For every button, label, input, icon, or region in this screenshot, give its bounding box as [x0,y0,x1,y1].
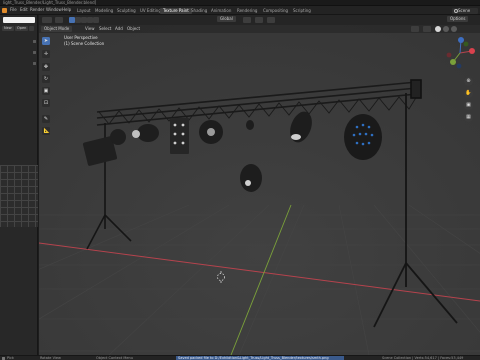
tab-shading[interactable]: Shading [188,8,210,14]
tab-layout[interactable]: Layout [74,8,94,14]
tab-rendering[interactable]: Rendering [234,8,260,14]
menu-select[interactable]: Select [99,26,111,31]
status-message: Saved packed file to D:/Exhibition&Light… [176,356,344,360]
snap-icon[interactable] [255,17,263,23]
menu-window[interactable]: Window [46,8,62,12]
tab-modeling[interactable]: Modeling [92,8,116,14]
open-button[interactable]: Open [15,26,29,31]
options-dropdown[interactable]: Options [447,16,469,22]
mode-intersect-icon[interactable] [93,17,99,23]
zoom-in-icon[interactable] [33,40,36,43]
top-menubar: File Edit Render Window Help Layout Mode… [0,6,480,15]
frame-icon[interactable] [33,62,36,65]
editor-type-icon[interactable] [42,17,52,23]
tab-compositing[interactable]: Compositing [260,8,291,14]
viewport-3d[interactable]: Global Options Object Mode View Select A… [39,15,480,355]
scene-selector[interactable]: Scene [452,7,478,14]
blender-logo-icon[interactable] [2,8,7,13]
left-panel: New Open [0,15,38,355]
select-box-icon[interactable] [55,17,63,23]
mouse-left-icon [2,356,5,360]
xray-icon[interactable] [423,26,431,32]
pivot-icon[interactable] [243,17,251,23]
perspective-toggle-button[interactable]: ▦ [464,113,473,122]
menu-help[interactable]: Help [62,8,71,12]
shading-solid-icon[interactable] [435,26,441,32]
viewport-info: User Perspective (1) Scene Collection [64,36,104,46]
image-grid-preview [0,165,38,227]
pencil-icon: ✎ [43,115,49,122]
proportional-edit-icon[interactable] [267,17,275,23]
tool-measure[interactable]: 📐 [42,127,50,135]
overlay-icon[interactable] [411,26,419,32]
menu-add[interactable]: Add [115,26,123,31]
view-name: User Perspective [64,35,98,40]
crosshair-icon: ✛ [43,50,49,57]
status-stats: Scene Collection | Verts:54,617 | Faces:… [382,355,464,360]
camera-view-button[interactable]: ▣ [464,101,473,110]
menu-edit[interactable]: Edit [20,8,28,12]
status-message-text: Saved packed file to D:/Exhibition&Light… [178,355,329,360]
cursor-arrow-icon: ➤ [43,37,49,44]
menu-view[interactable]: View [85,26,95,31]
left-search-input[interactable] [3,17,35,23]
shading-rendered-icon[interactable] [451,26,457,32]
zoom-icon: ⊕ [466,78,471,84]
tool-move[interactable]: ✥ [42,63,50,71]
object-mode-label: Object Mode [44,26,70,31]
camera-icon: ▣ [466,102,471,108]
transform-icon: ⊡ [43,99,49,106]
scene-label: Scene [458,7,471,13]
zoom-view-button[interactable]: ⊕ [464,77,473,86]
menu-object[interactable]: Object [127,26,140,31]
status-select-hint: Rotate View [40,355,61,360]
status-context-hint: Object Context Menu [96,355,133,360]
pan-view-button[interactable]: ✋ [464,89,473,98]
viewport-header-menus: Object Mode View Select Add Object [39,25,480,33]
menu-render[interactable]: Render [30,8,44,12]
window-title: light_Truss_Blender/Light_Truss_Blender.… [3,0,97,5]
tab-animation[interactable]: Animation [208,8,234,14]
hand-icon: ✋ [465,90,472,96]
transform-orientation-select[interactable]: Global [217,16,236,22]
status-left-hint: Pick [7,355,14,360]
transform-orientation-label: Global [220,16,233,21]
shading-material-icon[interactable] [443,26,449,32]
scene-icon [453,8,458,13]
tool-scale[interactable]: ▣ [42,87,50,95]
ruler-icon: 📐 [43,127,50,134]
collection-name: (1) Scene Collection [64,41,105,46]
menu-file[interactable]: File [10,8,17,12]
move-icon: ✥ [43,63,49,70]
navigation-gizmo[interactable] [442,35,478,71]
object-mode-select[interactable]: Object Mode [41,26,73,32]
rotate-icon: ↻ [43,75,49,82]
grid-icon: ▦ [466,114,471,120]
status-bar: Pick Rotate View Object Context Menu Sav… [0,355,480,360]
hand-icon[interactable] [33,51,36,54]
options-label: Options [450,16,466,21]
tab-scripting[interactable]: Scripting [290,8,314,14]
tool-rotate[interactable]: ↻ [42,75,50,83]
new-button[interactable]: New [2,26,14,31]
viewport-scene [39,15,480,355]
tool-annotate[interactable]: ✎ [42,115,50,123]
viewport-header: Global Options [39,15,480,25]
tab-sculpting[interactable]: Sculpting [114,8,139,14]
tool-select[interactable]: ➤ [42,37,50,45]
tool-cursor[interactable]: ✛ [42,50,50,58]
tool-transform[interactable]: ⊡ [42,99,50,107]
scale-icon: ▣ [43,87,49,94]
close-icon[interactable] [29,26,34,31]
